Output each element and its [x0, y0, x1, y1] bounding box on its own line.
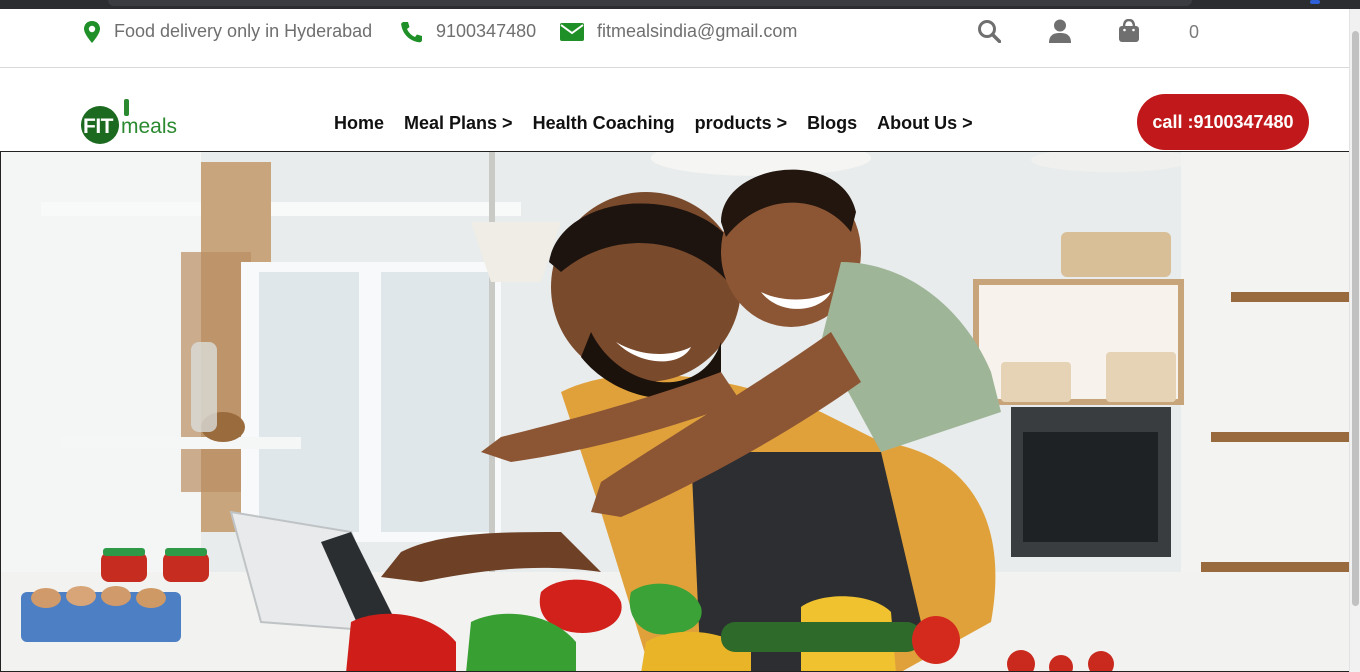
hero-banner — [0, 151, 1350, 672]
envelope-icon — [560, 22, 584, 41]
family-cooking-photo — [1, 152, 1349, 671]
phone-text[interactable]: 9100347480 — [436, 21, 536, 42]
main-nav: Home Meal Plans > Health Coaching produc… — [334, 113, 993, 134]
location-text: Food delivery only in Hyderabad — [114, 21, 373, 41]
email-info[interactable]: fitmealsindia@gmail.com — [560, 9, 797, 54]
browser-indicator — [1310, 0, 1320, 4]
nav-meal-plans[interactable]: Meal Plans > — [404, 113, 513, 134]
logo-accent-mark — [124, 99, 129, 116]
cart-count: 0 — [1189, 22, 1200, 42]
page-scrollbar[interactable] — [1349, 9, 1360, 672]
phone-info[interactable]: 9100347480 — [399, 9, 536, 54]
search-button[interactable] — [976, 18, 1002, 44]
fitmeals-logo[interactable]: FIT meals — [81, 98, 191, 148]
user-icon — [1049, 19, 1071, 43]
nav-about-us[interactable]: About Us > — [877, 113, 973, 134]
nav-products[interactable]: products > — [695, 113, 788, 134]
logo-fit-text: FIT — [83, 115, 114, 138]
shopping-bag-icon — [1119, 19, 1139, 42]
top-info-bar: Food delivery only in Hyderabad 91003474… — [0, 9, 1349, 68]
cart-button[interactable] — [1116, 18, 1142, 44]
scrollbar-thumb[interactable] — [1352, 31, 1359, 606]
nav-blogs[interactable]: Blogs — [807, 113, 857, 134]
nav-health-coaching[interactable]: Health Coaching — [533, 113, 675, 134]
account-button[interactable] — [1047, 18, 1073, 44]
phone-icon — [401, 21, 422, 42]
email-text[interactable]: fitmealsindia@gmail.com — [597, 21, 797, 42]
location-info: Food delivery only in Hyderabad — [83, 9, 372, 54]
map-pin-icon — [84, 20, 100, 43]
logo-meals-text: meals — [121, 115, 178, 138]
site-header: FIT meals Home Meal Plans > Health Coach… — [0, 68, 1349, 152]
nav-home[interactable]: Home — [334, 113, 384, 134]
browser-address-pill — [108, 0, 1192, 6]
browser-strip — [0, 0, 1360, 9]
call-button[interactable]: call :9100347480 — [1137, 94, 1309, 150]
search-icon — [978, 20, 1001, 43]
